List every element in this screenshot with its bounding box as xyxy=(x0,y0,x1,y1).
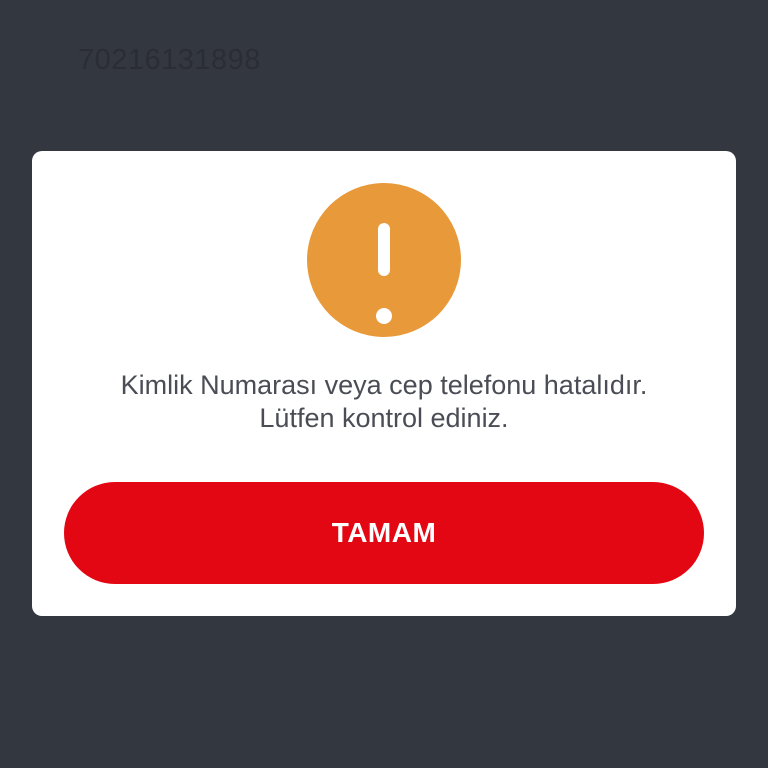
error-message-line-1: Kimlik Numarası veya cep telefonu hatalı… xyxy=(120,370,648,400)
exclamation-bar xyxy=(378,223,390,276)
error-message-line-2: Lütfen kontrol ediniz. xyxy=(259,403,509,433)
exclamation-icon xyxy=(307,183,461,337)
id-number-field: 70216131898 xyxy=(78,44,261,76)
alert-dialog: Kimlik Numarası veya cep telefonu hatalı… xyxy=(32,151,736,616)
error-message: Kimlik Numarası veya cep telefonu hatalı… xyxy=(52,369,716,435)
ok-button[interactable]: TAMAM xyxy=(64,482,704,584)
exclamation-dot xyxy=(376,308,392,324)
